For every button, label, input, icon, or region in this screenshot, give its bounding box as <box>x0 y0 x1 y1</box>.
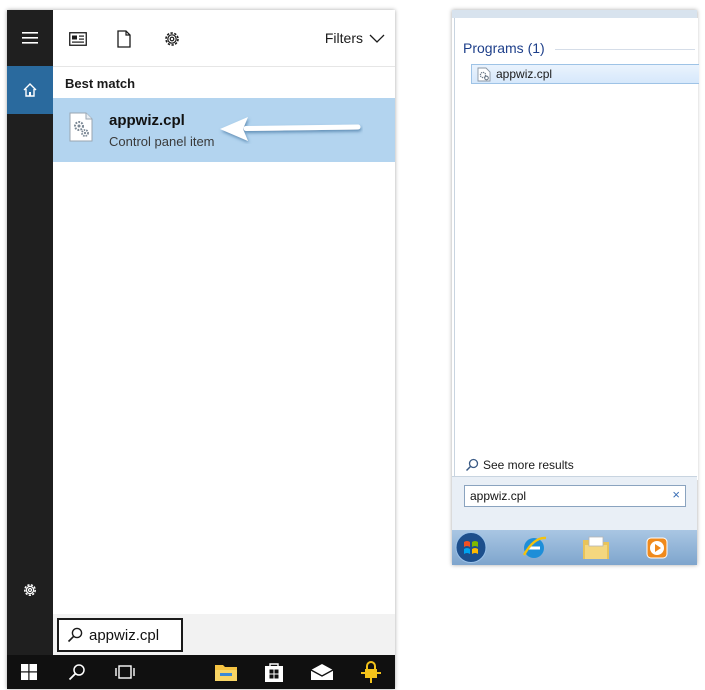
filters-label: Filters <box>324 30 363 46</box>
task-view-icon <box>115 665 135 679</box>
arrow-left-icon <box>220 117 361 141</box>
windows-explorer-icon <box>583 536 609 559</box>
win7-search-area: × <box>452 476 697 531</box>
search-icon <box>67 627 83 643</box>
win7-search-results: Programs (1) appwiz.cpl See more results <box>454 18 699 480</box>
internet-explorer-button[interactable] <box>517 531 551 564</box>
pinned-app-icon <box>361 661 381 683</box>
windows-start-icon <box>21 664 37 680</box>
apps-filter-button[interactable] <box>67 28 89 50</box>
file-explorer-icon <box>215 665 237 681</box>
win7-frame-top <box>452 10 697 18</box>
win10-start-menu: Filters Best match appwiz.cpl Control pa… <box>7 10 395 689</box>
hamburger-button[interactable] <box>7 10 53 66</box>
filters-dropdown[interactable]: Filters <box>325 30 385 46</box>
win7-taskbar <box>452 530 697 565</box>
search-row <box>53 614 395 655</box>
filter-toolbar: Filters <box>53 10 395 66</box>
win7-search-input[interactable] <box>470 488 650 504</box>
start-button[interactable] <box>15 660 43 684</box>
best-match-result[interactable]: appwiz.cpl Control panel item <box>53 98 395 162</box>
result-name: appwiz.cpl <box>109 112 185 129</box>
see-more-results-link[interactable]: See more results <box>465 458 574 472</box>
windows-orb-icon <box>455 532 487 563</box>
gear-icon <box>165 32 179 46</box>
see-more-label: See more results <box>483 458 574 472</box>
start-main: Filters Best match appwiz.cpl Control pa… <box>53 10 395 655</box>
start-search-input[interactable] <box>89 624 177 646</box>
home-icon <box>23 83 37 97</box>
documents-filter-button[interactable] <box>113 28 135 50</box>
toolbar-divider <box>53 66 395 67</box>
clear-search-button[interactable]: × <box>672 487 680 502</box>
control-panel-icon <box>69 112 93 142</box>
pinned-app-button[interactable] <box>357 660 385 684</box>
document-icon <box>117 30 131 48</box>
internet-explorer-icon <box>522 536 547 558</box>
media-player-button[interactable] <box>640 531 674 564</box>
store-button[interactable] <box>260 660 288 684</box>
win7-search-box[interactable]: × <box>464 485 686 507</box>
chevron-down-icon <box>369 34 385 43</box>
windows-explorer-button[interactable] <box>579 531 613 564</box>
media-player-icon <box>646 537 668 558</box>
result-subtitle: Control panel item <box>109 134 215 149</box>
search-icon <box>465 458 479 472</box>
gear-icon <box>24 584 36 596</box>
start-search-box[interactable] <box>57 618 183 652</box>
taskbar-search-button[interactable] <box>63 660 91 684</box>
home-button[interactable] <box>7 66 53 114</box>
program-item-appwiz[interactable]: appwiz.cpl <box>471 64 699 84</box>
win7-start-orb[interactable] <box>454 531 488 564</box>
store-icon <box>265 663 283 682</box>
apps-icon <box>69 32 87 46</box>
task-view-button[interactable] <box>111 660 139 684</box>
programs-heading: Programs (1) <box>463 40 545 56</box>
settings-filter-button[interactable] <box>161 28 183 50</box>
program-item-label: appwiz.cpl <box>496 67 553 81</box>
file-explorer-button[interactable] <box>212 660 240 684</box>
win10-taskbar <box>7 655 395 689</box>
mail-button[interactable] <box>308 660 336 684</box>
hamburger-icon <box>22 32 38 44</box>
control-panel-icon <box>477 67 491 82</box>
best-match-heading: Best match <box>65 76 136 91</box>
mail-icon <box>310 664 334 680</box>
start-rail <box>7 10 53 655</box>
search-icon <box>68 664 85 681</box>
win7-start-menu: Programs (1) appwiz.cpl See more results… <box>452 10 699 565</box>
programs-heading-line <box>555 49 695 50</box>
settings-button[interactable] <box>7 570 53 610</box>
